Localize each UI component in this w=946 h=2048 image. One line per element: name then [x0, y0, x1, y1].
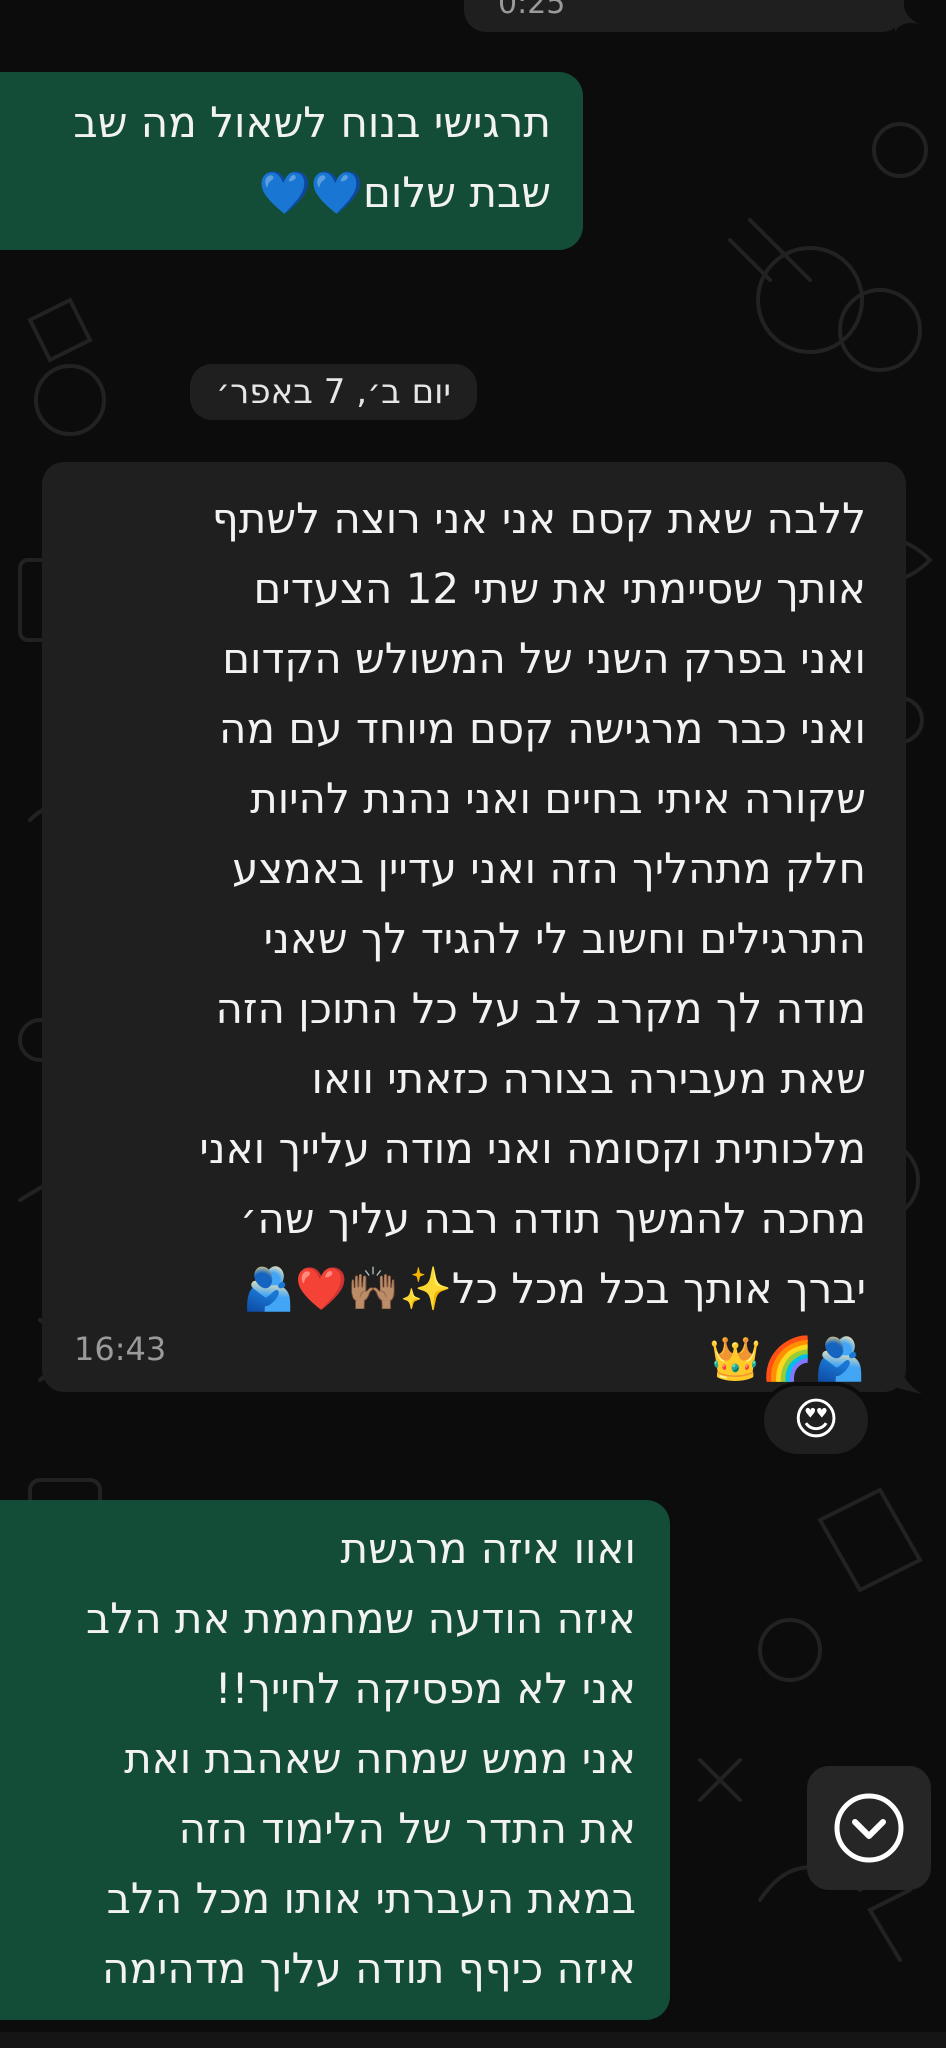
bubble-tail	[898, 1360, 922, 1394]
scroll-to-bottom-button[interactable]	[807, 1766, 931, 1890]
previous-incoming-bubble[interactable]: 0:25	[464, 0, 904, 32]
chevron-down-icon	[834, 1793, 904, 1863]
message-text: תרגישי בנוח לשאול מה שב שבת שלום💙💙	[73, 98, 551, 217]
reaction-emoji: 😍	[793, 1394, 839, 1445]
outgoing-message-bubble[interactable]: ואוו איזה מרגשת איזה הודעה שמחממת את הלב…	[0, 1500, 670, 2020]
message-reaction[interactable]: 😍	[760, 1382, 872, 1458]
incoming-message-bubble[interactable]: ללבה שאת קסם אני אני רוצה לשתף אותך שסיי…	[42, 462, 906, 1392]
input-bar-edge	[0, 2032, 946, 2048]
message-time: 16:43	[74, 1330, 167, 1368]
date-divider: יום ב׳, 7 באפר׳	[190, 364, 478, 420]
message-text: ואוו איזה מרגשת איזה הודעה שמחממת את הלב…	[85, 1524, 636, 1993]
bubble-tail	[895, 0, 919, 32]
message-text: ללבה שאת קסם אני אני רוצה לשתף אותך שסיי…	[199, 494, 866, 1383]
outgoing-message-bubble[interactable]: תרגישי בנוח לשאול מה שב שבת שלום💙💙	[0, 72, 583, 250]
message-time: 0:25	[498, 0, 566, 21]
